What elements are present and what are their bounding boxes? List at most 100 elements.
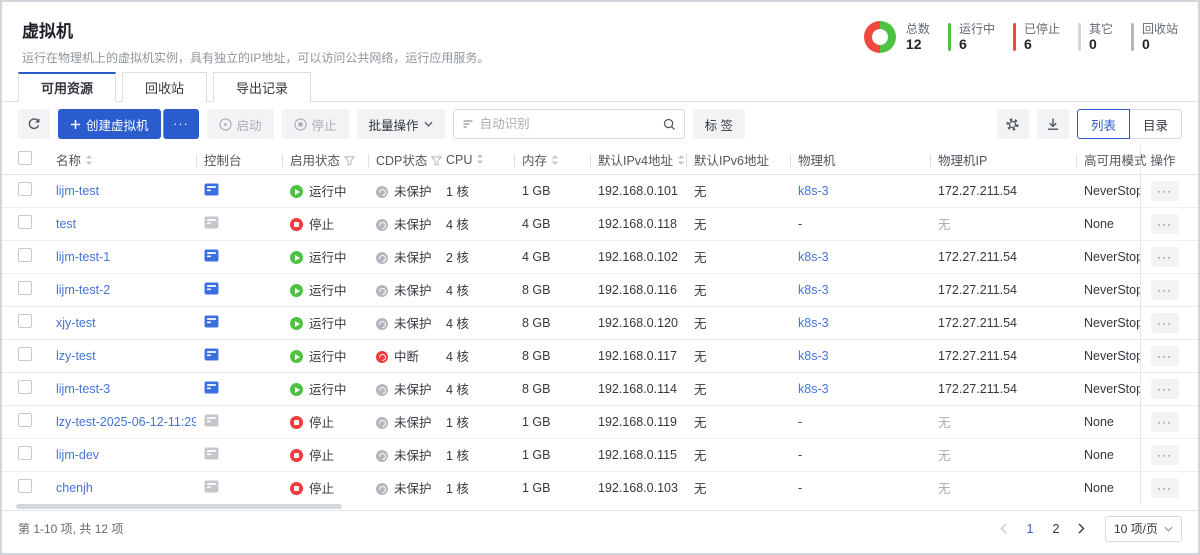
create-more-button[interactable]: ··· [163,109,199,139]
host-link[interactable]: - [798,217,802,231]
sort-icon[interactable] [677,154,685,166]
console-icon[interactable] [204,216,219,229]
console-icon[interactable] [204,183,219,196]
tab-available-resources[interactable]: 可用资源 [18,72,116,102]
row-actions-button[interactable]: ··· [1151,346,1179,366]
stat-other: 其它 0 [1078,22,1113,53]
stat-stopped-label: 已停止 [1024,22,1060,36]
row-checkbox[interactable] [18,248,32,262]
vm-name-link[interactable]: chenjh [56,481,93,495]
host-link[interactable]: k8s-3 [798,184,829,198]
view-list-button[interactable]: 列表 [1077,109,1130,139]
host-link[interactable]: k8s-3 [798,283,829,297]
host-link[interactable]: - [798,415,802,429]
filter-funnel-icon[interactable] [344,155,355,166]
column-settings-button[interactable] [997,109,1029,139]
create-vm-button[interactable]: 创建虚拟机 [58,109,161,139]
ha-mode-cell: NeverStop [1076,240,1140,273]
row-checkbox[interactable] [18,314,32,328]
host-link[interactable]: - [798,448,802,462]
console-icon[interactable] [204,381,219,394]
vm-name-link[interactable]: lijm-test-2 [56,283,110,297]
row-actions-button[interactable]: ··· [1151,280,1179,300]
stop-button[interactable]: 停止 [282,109,349,139]
row-actions-button[interactable]: ··· [1151,478,1179,498]
status-label: 运行中 [309,383,347,397]
export-button[interactable] [1037,109,1069,139]
start-button[interactable]: 启动 [207,109,274,139]
vm-name-link[interactable]: lijm-test-1 [56,250,110,264]
host-link[interactable]: k8s-3 [798,349,829,363]
row-actions-button[interactable]: ··· [1151,313,1179,333]
vm-stats: 总数 12 运行中 6 已停止 6 [864,17,1178,53]
ipv6-cell: 无 [686,240,790,273]
search-input[interactable] [480,117,657,131]
console-icon[interactable] [204,414,219,427]
vm-name-link[interactable]: lzy-test-2025-06-12-11:29:00 [56,415,196,429]
vm-name-link[interactable]: xjy-test [56,316,96,330]
next-page-button[interactable] [1071,518,1093,540]
row-checkbox[interactable] [18,413,32,427]
ipv6-cell: 无 [686,438,790,471]
chevron-left-icon [1000,523,1007,534]
host-link[interactable]: k8s-3 [798,250,829,264]
host-link[interactable]: k8s-3 [798,382,829,396]
page-1-button[interactable]: 1 [1019,518,1041,540]
prev-page-button[interactable] [993,518,1015,540]
console-icon[interactable] [204,249,219,262]
select-all-checkbox[interactable] [18,151,32,165]
row-checkbox[interactable] [18,281,32,295]
row-checkbox[interactable] [18,347,32,361]
batch-actions-button[interactable]: 批量操作 [357,109,445,139]
vm-table-header: 名称 控制台 启用状态 CDP状态 CPU 内存 默认IPv4地址 默认IPv6… [2,146,1200,174]
row-checkbox[interactable] [18,182,32,196]
page-2-button[interactable]: 2 [1045,518,1067,540]
host-link[interactable]: - [798,481,802,495]
vm-name-link[interactable]: lijm-test-3 [56,382,110,396]
cpu-cell: 1 核 [438,174,514,207]
row-actions-button[interactable]: ··· [1151,379,1179,399]
row-actions-button[interactable]: ··· [1151,445,1179,465]
refresh-button[interactable] [18,109,50,139]
vm-name-link[interactable]: lzy-test [56,349,96,363]
cdp-label: 未保护 [394,251,432,265]
row-actions-button[interactable]: ··· [1151,247,1179,267]
console-icon[interactable] [204,447,219,460]
ha-mode-cell: None [1076,207,1140,240]
row-actions-button[interactable]: ··· [1151,214,1179,234]
sort-icon[interactable] [85,154,93,166]
row-checkbox[interactable] [18,446,32,460]
cdp-status-icon [376,450,388,462]
console-icon[interactable] [204,348,219,361]
ha-mode-cell: None [1076,438,1140,471]
tag-button[interactable]: 标 签 [693,109,745,139]
toolbar-right: 列表 目录 [997,109,1182,139]
view-catalog-button[interactable]: 目录 [1129,109,1182,139]
row-checkbox[interactable] [18,479,32,493]
tab-recycle-bin[interactable]: 回收站 [122,72,207,102]
horizontal-scrollbar-thumb[interactable] [16,504,342,509]
vm-name-link[interactable]: lijm-test [56,184,99,198]
vm-name-link[interactable]: lijm-dev [56,448,99,462]
sort-icon[interactable] [476,153,484,165]
cdp-status-icon [376,252,388,264]
row-actions-button[interactable]: ··· [1151,412,1179,432]
search-icon[interactable] [663,118,676,131]
ipv4-cell: 192.168.0.120 [590,306,686,339]
console-icon[interactable] [204,282,219,295]
console-icon[interactable] [204,315,219,328]
table-footer: 第 1-10 项, 共 12 项 1 2 10 项/页 [2,510,1198,546]
row-actions-button[interactable]: ··· [1151,181,1179,201]
host-link[interactable]: k8s-3 [798,316,829,330]
page-size-select[interactable]: 10 项/页 [1105,516,1182,542]
sort-icon[interactable] [551,154,559,166]
console-icon[interactable] [204,480,219,493]
vm-name-link[interactable]: test [56,217,76,231]
ipv6-cell: 无 [686,207,790,240]
row-checkbox[interactable] [18,215,32,229]
tab-export-records[interactable]: 导出记录 [213,72,311,102]
cdp-label: 未保护 [394,383,432,397]
stat-stopped: 已停止 6 [1013,22,1060,53]
row-checkbox[interactable] [18,380,32,394]
stat-stopped-value: 6 [1024,36,1060,53]
